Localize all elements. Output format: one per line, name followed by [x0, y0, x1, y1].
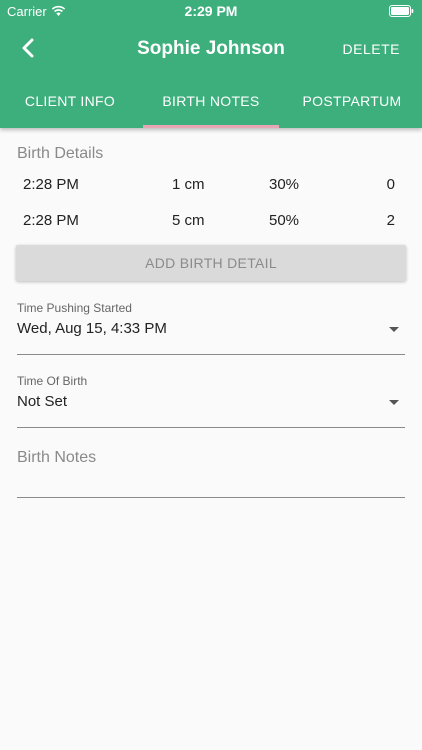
time-of-birth-value: Not Set [17, 393, 68, 410]
time-of-birth-label: Time Of Birth [17, 374, 88, 388]
detail-station: 0 [386, 176, 395, 193]
detail-time: 2:28 PM [23, 176, 79, 193]
active-tab-indicator [143, 125, 279, 128]
tab-bar: CLIENT INFO BIRTH NOTES POSTPARTUM [0, 78, 422, 128]
detail-effacement: 30% [269, 176, 300, 193]
battery-icon [389, 5, 414, 17]
time-of-birth-field[interactable]: Time Of Birth Not Set [17, 374, 405, 428]
status-time: 2:29 PM [184, 3, 238, 19]
status-bar: Carrier 2:29 PM [0, 0, 422, 22]
navigation-bar: Sophie Johnson DELETE [0, 22, 422, 78]
birth-notes-underline [17, 497, 405, 498]
time-pushing-started-label: Time Pushing Started [17, 301, 132, 315]
birth-details-heading: Birth Details [17, 145, 104, 162]
tab-birth-notes[interactable]: BIRTH NOTES [143, 78, 279, 128]
birth-detail-row[interactable]: 2:28 PM 5 cm 50% 2 [0, 206, 422, 236]
detail-effacement: 50% [269, 212, 300, 229]
dropdown-arrow-icon[interactable] [389, 400, 399, 405]
detail-station: 2 [386, 212, 395, 229]
delete-button[interactable]: DELETE [343, 41, 400, 57]
tab-postpartum[interactable]: POSTPARTUM [282, 78, 422, 128]
tab-client-info[interactable]: CLIENT INFO [0, 78, 140, 128]
detail-dilation: 1 cm [172, 176, 205, 193]
app-header: Carrier 2:29 PM Sophie Johnson DELETE CL… [0, 0, 422, 128]
time-pushing-started-field[interactable]: Time Pushing Started Wed, Aug 15, 4:33 P… [17, 301, 405, 355]
detail-dilation: 5 cm [172, 212, 205, 229]
detail-time: 2:28 PM [23, 212, 79, 229]
add-birth-detail-button[interactable]: ADD BIRTH DETAIL [16, 245, 406, 281]
time-pushing-started-value: Wed, Aug 15, 4:33 PM [17, 320, 167, 337]
field-underline [17, 354, 405, 355]
birth-detail-row[interactable]: 2:28 PM 1 cm 30% 0 [0, 170, 422, 200]
field-underline [17, 427, 405, 428]
dropdown-arrow-icon[interactable] [389, 327, 399, 332]
birth-notes-input[interactable]: Birth Notes [17, 449, 96, 467]
